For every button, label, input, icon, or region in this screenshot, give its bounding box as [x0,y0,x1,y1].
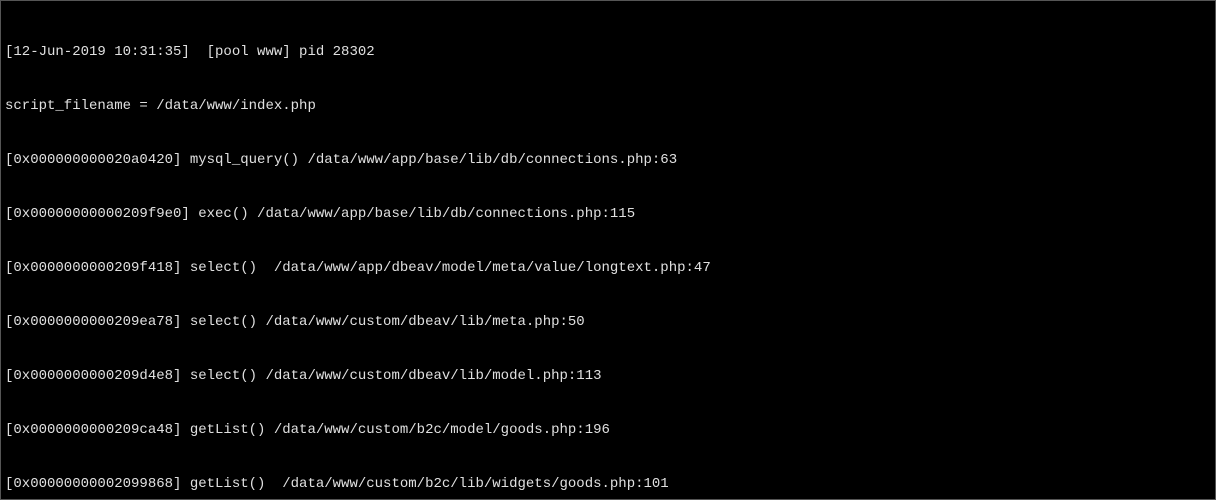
terminal-output: [12-Jun-2019 10:31:35] [pool www] pid 28… [1,1,1215,500]
log-header: [12-Jun-2019 10:31:35] [pool www] pid 28… [5,43,1211,61]
script-filename-line: script_filename = /data/www/index.php [5,97,1211,115]
stack-trace-line: [0x0000000000209d4e8] select() /data/www… [5,367,1211,385]
stack-trace-line: [0x000000000020a0420] mysql_query() /dat… [5,151,1211,169]
stack-trace-line: [0x00000000002099868] getList() /data/ww… [5,475,1211,493]
stack-trace-line: [0x00000000000209f9e0] exec() /data/www/… [5,205,1211,223]
stack-trace-line: [0x0000000000209ca48] getList() /data/ww… [5,421,1211,439]
stack-trace-line: [0x0000000000209f418] select() /data/www… [5,259,1211,277]
stack-trace-line: [0x0000000000209ea78] select() /data/www… [5,313,1211,331]
